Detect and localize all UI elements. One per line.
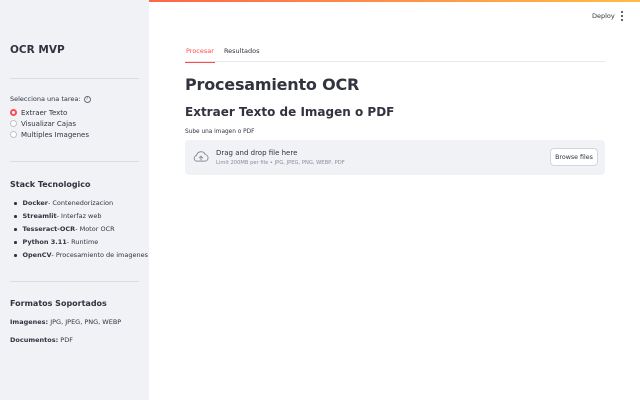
radio-unselected-icon (10, 131, 17, 138)
stack-item-name: Tesseract-OCR (22, 225, 76, 233)
formats-docs-label: Documentos: (10, 336, 59, 344)
sidebar-divider (10, 161, 139, 162)
stack-item-name: Python 3.11 (22, 238, 67, 246)
page-title: Procesamiento OCR (185, 75, 360, 94)
list-item: Streamlit - Interfaz web (14, 210, 148, 223)
file-dropzone[interactable]: Drag and drop file here Limit 200MB per … (185, 140, 605, 175)
radio-extraer-texto[interactable]: Extraer Texto (10, 107, 89, 118)
radio-multiples-imagenes[interactable]: Multiples Imagenes (10, 129, 89, 140)
formats-docs-value: PDF (58, 336, 73, 344)
formats-images-value: JPG, JPEG, PNG, WEBP (48, 318, 122, 326)
bullet-icon (14, 241, 17, 244)
radio-visualizar-cajas[interactable]: Visualizar Cajas (10, 118, 89, 129)
stack-item-desc: - Motor OCR (75, 225, 115, 233)
help-icon[interactable]: ? (83, 95, 91, 103)
formats-docs: Documentos: PDF (10, 336, 73, 344)
radio-selected-icon (10, 109, 17, 116)
sidebar: OCR MVP Selecciona una tarea: ? Extraer … (0, 0, 149, 400)
sidebar-divider (10, 78, 139, 79)
stack-item-name: Docker (22, 199, 48, 207)
bullet-icon (14, 202, 17, 205)
stack-item-name: OpenCV (22, 251, 52, 259)
radio-option-label: Multiples Imagenes (21, 130, 89, 139)
bullet-icon (14, 254, 17, 257)
tab-procesar[interactable]: Procesar (185, 45, 215, 63)
formats-images-label: Imagenes: (10, 318, 49, 326)
task-radio-label: Selecciona una tarea: ? (10, 95, 91, 103)
list-item: OpenCV - Procesamiento de imagenes (14, 249, 148, 262)
dropzone-title: Drag and drop file here (216, 149, 298, 157)
sidebar-divider (10, 281, 139, 282)
stack-title: Stack Tecnologico (10, 180, 91, 189)
stack-item-desc: - Runtime (66, 238, 99, 246)
main-tabs: Procesar Resultados (185, 45, 605, 63)
formats-images: Imagenes: JPG, JPEG, PNG, WEBP (10, 318, 121, 326)
task-radio-label-text: Selecciona una tarea: (10, 95, 81, 103)
dropzone-limits: Limit 200MB per file • JPG, JPEG, PNG, W… (216, 160, 345, 166)
browse-files-button[interactable]: Browse files (550, 148, 598, 166)
stack-item-desc: - Contenedorizacion (47, 199, 114, 207)
bullet-icon (14, 228, 17, 231)
cloud-upload-icon (193, 151, 209, 162)
stack-list: Docker - Contenedorizacion Streamlit - I… (14, 197, 148, 262)
more-vertical-icon[interactable] (619, 11, 625, 21)
stack-item-desc: - Procesamiento de imagenes (51, 251, 148, 259)
list-item: Python 3.11 - Runtime (14, 236, 148, 249)
formats-title: Formatos Soportados (10, 299, 107, 308)
radio-unselected-icon (10, 120, 17, 127)
bullet-icon (14, 215, 17, 218)
upload-label: Sube una imagen o PDF (185, 129, 255, 135)
tab-resultados[interactable]: Resultados (223, 45, 261, 62)
task-radio-group: Extraer Texto Visualizar Cajas Multiples… (10, 107, 89, 140)
page-subtitle: Extraer Texto de Imagen o PDF (185, 105, 395, 119)
list-item: Tesseract-OCR - Motor OCR (14, 223, 148, 236)
radio-option-label: Visualizar Cajas (21, 119, 76, 128)
list-item: Docker - Contenedorizacion (14, 197, 148, 210)
radio-option-label: Extraer Texto (21, 108, 68, 117)
stack-item-desc: - Interfaz web (56, 212, 102, 220)
stack-item-name: Streamlit (22, 212, 57, 220)
deploy-button[interactable]: Deploy (592, 12, 615, 20)
app-title: OCR MVP (10, 44, 65, 56)
